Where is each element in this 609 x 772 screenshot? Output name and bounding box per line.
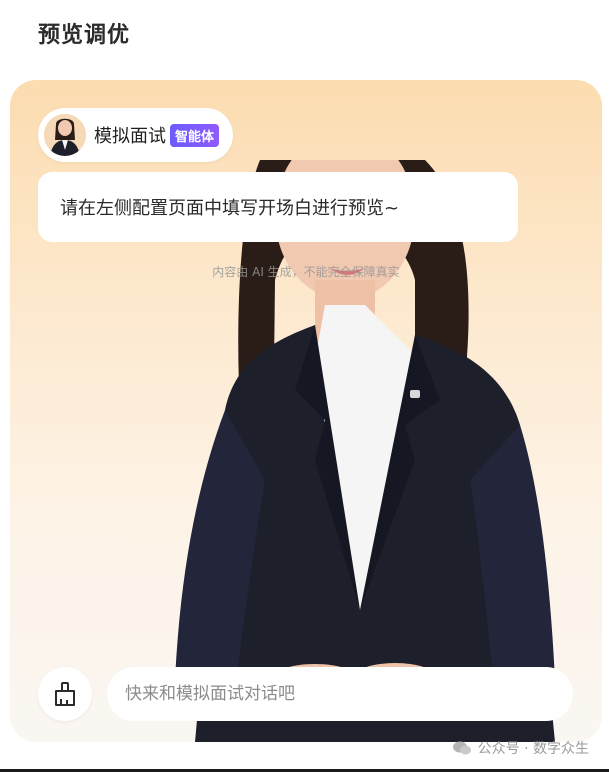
- agent-header[interactable]: 模拟面试 智能体: [38, 108, 234, 162]
- chat-input[interactable]: [107, 667, 573, 721]
- ai-disclaimer: 内容由 AI 生成，不能完全保障真实: [212, 265, 400, 279]
- opening-message-bubble: 请在左侧配置页面中填写开场白进行预览~: [38, 172, 518, 242]
- page-title: 预览调优: [38, 23, 131, 48]
- preview-card: 模拟面试 智能体 请在左侧配置页面中填写开场白进行预览~ 内容由 AI 生成，不…: [10, 80, 602, 742]
- opening-message-text: 请在左侧配置页面中填写开场白进行预览~: [60, 198, 400, 219]
- interviewer-portrait: [175, 160, 555, 742]
- watermark-text: 公众号 · 数字众生: [477, 741, 589, 757]
- watermark: 公众号 · 数字众生: [452, 738, 589, 758]
- agent-badge: 智能体: [170, 123, 220, 147]
- wechat-icon: [452, 741, 471, 755]
- broom-icon: [55, 682, 75, 706]
- agent-name: 模拟面试: [94, 126, 166, 147]
- agent-avatar: [44, 114, 86, 156]
- clear-chat-button[interactable]: [38, 667, 92, 721]
